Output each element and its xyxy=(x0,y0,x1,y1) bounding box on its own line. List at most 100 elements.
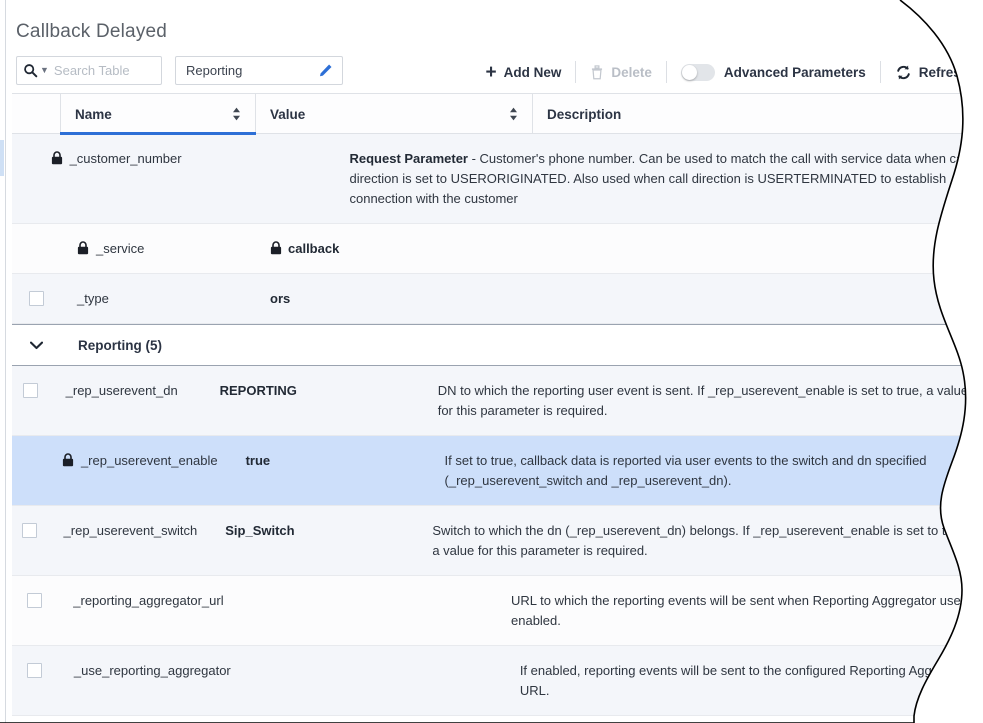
column-label: Name xyxy=(75,106,112,122)
group-label: Reporting (5) xyxy=(78,338,162,353)
row-name-cell: _rep_userevent_enable xyxy=(45,436,232,505)
chevron-down-icon[interactable]: ▼ xyxy=(40,66,49,75)
filter-field[interactable]: Reporting xyxy=(175,56,343,85)
column-header-name[interactable]: Name xyxy=(60,94,256,134)
refresh-icon xyxy=(895,64,912,81)
trash-icon xyxy=(590,65,604,80)
table-row[interactable]: _use_reporting_aggregator If enabled, rep… xyxy=(12,646,983,716)
chevron-down-icon[interactable] xyxy=(12,341,60,350)
sort-arrows-icon xyxy=(509,107,518,121)
app-window: Callback Delayed ▼ Search Table Reportin… xyxy=(0,0,983,723)
refresh-label: Refresh xyxy=(918,64,969,80)
row-description-strong: Request Parameter xyxy=(349,151,468,166)
table-body: _customer_number Request Parameter - Cust… xyxy=(12,134,983,716)
row-name: _use_reporting_aggregator xyxy=(73,663,231,678)
table-row[interactable]: _rep_userevent_enable true If set to true,… xyxy=(12,436,983,506)
column-label: Value xyxy=(270,106,306,122)
page-title: Callback Delayed xyxy=(16,21,168,42)
filter-value: Reporting xyxy=(186,63,243,78)
row-value-cell xyxy=(245,646,506,715)
row-value-cell: Sip_Switch xyxy=(211,506,418,575)
row-name-cell: _rep_userevent_switch xyxy=(47,506,212,575)
plus-icon: + xyxy=(485,61,497,83)
row-value-cell xyxy=(196,134,336,223)
row-name-cell: _service xyxy=(60,224,256,273)
column-header-value[interactable]: Value xyxy=(256,94,533,134)
rail-highlight xyxy=(0,140,4,176)
row-select-cell[interactable] xyxy=(12,274,60,323)
row-value-cell: callback xyxy=(256,224,533,273)
add-new-button[interactable]: + Add New xyxy=(471,59,575,85)
search-placeholder: Search Table xyxy=(53,63,130,78)
row-select-cell[interactable] xyxy=(12,506,47,575)
table-row[interactable]: _rep_userevent_dn REPORTING DN to which th… xyxy=(12,366,983,436)
row-checkbox[interactable] xyxy=(23,383,38,398)
lock-icon xyxy=(62,453,74,467)
table-row[interactable]: _type ors xyxy=(12,274,983,324)
row-name-cell: _rep_userevent_dn xyxy=(49,366,206,435)
row-name: _customer_number xyxy=(69,151,182,166)
table-group-header[interactable]: Reporting (5) xyxy=(12,324,983,366)
row-description: If enabled, reporting events will be sen… xyxy=(519,663,973,698)
row-name-cell: _customer_number xyxy=(34,134,196,223)
row-select-cell xyxy=(12,134,34,223)
row-checkbox[interactable] xyxy=(22,523,37,538)
left-accent-rail xyxy=(0,0,6,723)
add-new-label: Add New xyxy=(503,64,562,80)
table-header-row: Name Value Description xyxy=(12,94,983,134)
table-row[interactable]: _service callback xyxy=(12,224,983,274)
lock-icon xyxy=(270,241,282,255)
row-description-cell: DN to which the reporting user event is … xyxy=(424,366,983,435)
select-all-header xyxy=(12,94,60,134)
row-checkbox[interactable] xyxy=(29,291,44,306)
pencil-icon[interactable] xyxy=(318,63,333,78)
sort-arrows-icon xyxy=(232,107,241,121)
row-description: Switch to which the dn (_rep_userevent_d… xyxy=(432,523,968,558)
row-value: true xyxy=(245,453,271,468)
toolbar: ▼ Search Table Reporting + Add New Delet… xyxy=(0,54,983,90)
row-value: REPORTING xyxy=(219,383,297,398)
search-input[interactable]: ▼ Search Table xyxy=(16,56,162,85)
row-name-cell: _use_reporting_aggregator xyxy=(57,646,245,715)
row-select-cell[interactable] xyxy=(12,576,56,645)
row-description-cell: If enabled, reporting events will be sen… xyxy=(506,646,983,715)
row-select-cell xyxy=(12,224,60,273)
column-header-description[interactable]: Description xyxy=(533,94,983,134)
row-name-cell: _type xyxy=(60,274,256,323)
row-value: Sip_Switch xyxy=(225,523,295,538)
row-name: _rep_userevent_switch xyxy=(63,523,198,538)
row-checkbox[interactable] xyxy=(27,663,42,678)
search-icon xyxy=(23,63,38,78)
lock-icon xyxy=(77,241,89,255)
advanced-parameters-label: Advanced Parameters xyxy=(723,64,866,80)
table-row[interactable]: _customer_number Request Parameter - Cust… xyxy=(12,134,983,224)
toggle-track[interactable] xyxy=(681,64,715,81)
row-checkbox[interactable] xyxy=(27,593,42,608)
lock-icon xyxy=(51,151,63,165)
row-description: If set to true, callback data is reporte… xyxy=(444,453,927,488)
row-name: _service xyxy=(96,241,145,256)
parameters-table: Name Value Description _customer_number … xyxy=(12,93,983,716)
row-name: _type xyxy=(77,291,109,306)
row-description: URL to which the reporting events will b… xyxy=(511,593,961,628)
row-select-cell[interactable] xyxy=(12,366,49,435)
row-name: _reporting_aggregator_url xyxy=(73,593,224,608)
delete-button[interactable]: Delete xyxy=(576,59,666,85)
row-value-cell: true xyxy=(232,436,431,505)
toolbar-actions: + Add New Delete Advanced Parameters Ref… xyxy=(471,54,983,90)
row-value: callback xyxy=(288,241,340,256)
row-select-cell[interactable] xyxy=(12,646,57,715)
table-row[interactable]: _reporting_aggregator_url URL to which th… xyxy=(12,576,983,646)
row-description-cell: Request Parameter - Customer's phone num… xyxy=(335,134,983,223)
row-description-cell: If set to true, callback data is reporte… xyxy=(431,436,983,505)
row-value-cell xyxy=(239,576,497,645)
refresh-button[interactable]: Refresh xyxy=(881,59,983,85)
toggle-knob xyxy=(682,65,697,80)
advanced-parameters-toggle[interactable]: Advanced Parameters xyxy=(667,59,880,85)
table-row[interactable]: _rep_userevent_switch Sip_Switch Switch to… xyxy=(12,506,983,576)
column-label: Description xyxy=(547,106,622,122)
row-value-cell: ors xyxy=(256,274,533,323)
row-description-cell xyxy=(533,274,983,323)
row-value-cell: REPORTING xyxy=(206,366,424,435)
delete-label: Delete xyxy=(611,64,652,80)
